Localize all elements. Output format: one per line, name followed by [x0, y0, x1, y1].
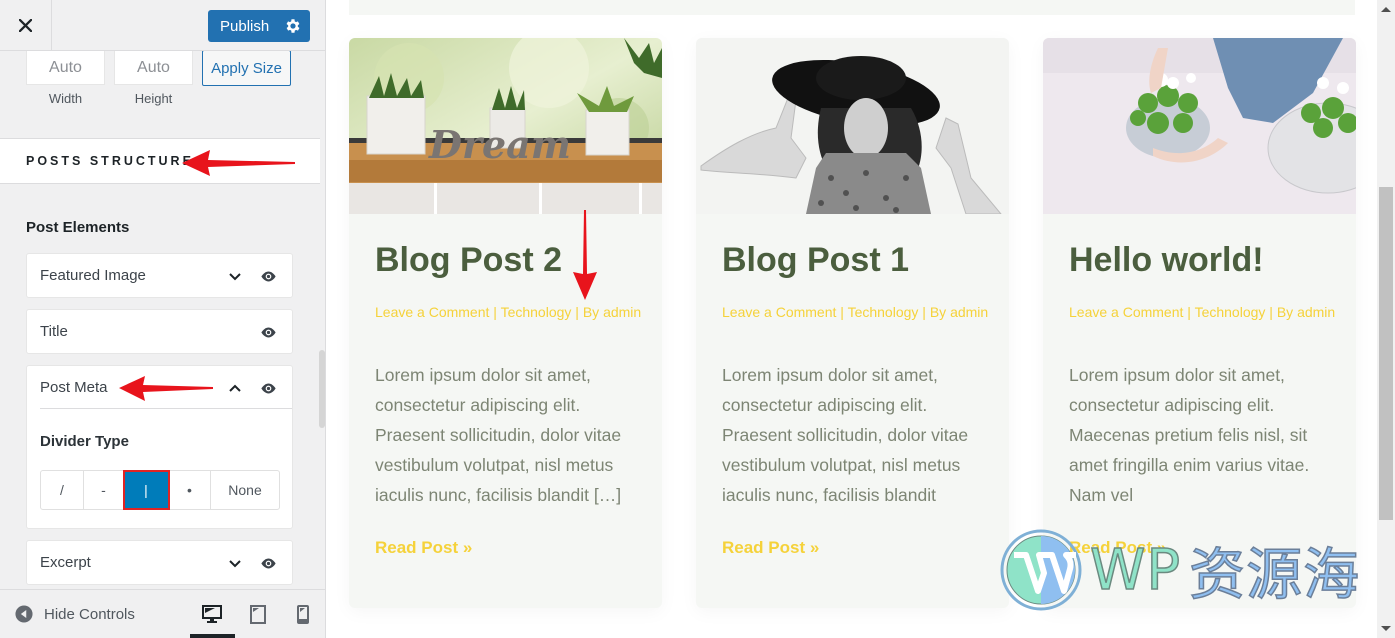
image-woman-hat [696, 38, 1009, 214]
meta-divider: | [489, 304, 501, 320]
chevron-up-icon[interactable] [228, 381, 242, 395]
meta-divider: | [836, 304, 848, 320]
comments-link[interactable]: Leave a Comment [722, 304, 836, 320]
width-label: Width [48, 91, 83, 106]
divider-option-none[interactable]: None [211, 471, 279, 509]
post-card: Hello world! Leave a Comment | Technolog… [1043, 38, 1356, 608]
watermark-cn-text: 资源海 [1188, 542, 1361, 609]
author-link[interactable]: admin [1297, 304, 1335, 320]
preview-mobile-button[interactable] [292, 604, 314, 624]
hide-controls-label: Hide Controls [44, 605, 135, 623]
read-post-link[interactable]: Read Post » [722, 538, 819, 558]
collapse-arrow-icon [15, 605, 33, 623]
divider-option-slash[interactable]: / [41, 471, 84, 509]
scroll-up-arrow-icon[interactable] [1381, 7, 1391, 12]
image-plants-dream: Dream [349, 38, 662, 214]
eye-icon[interactable] [260, 555, 277, 572]
featured-image-hands-plants[interactable] [1043, 38, 1356, 214]
post-elements-heading: Post Elements [26, 219, 130, 236]
featured-image-woman-hat[interactable] [696, 38, 1009, 214]
comments-link[interactable]: Leave a Comment [375, 304, 489, 320]
category-link[interactable]: Technology [501, 304, 572, 320]
divider-type-label: Divider Type [40, 433, 129, 450]
desktop-icon [202, 605, 222, 623]
element-title[interactable]: Title [26, 309, 293, 354]
post-card: Dream Blog Post 2 Leave a Comment | Tech… [349, 38, 662, 608]
divider [40, 408, 292, 409]
post-title[interactable]: Hello world! [1069, 241, 1264, 280]
scroll-down-arrow-icon[interactable] [1381, 626, 1391, 631]
customizer-sidebar: Publish Auto Auto Width Height Apply Siz… [0, 0, 326, 638]
post-excerpt: Lorem ipsum dolor sit amet, consectetur … [1069, 365, 1310, 505]
preview-desktop-button[interactable] [201, 604, 223, 624]
apply-size-button[interactable]: Apply Size [202, 50, 291, 86]
by-label: By [582, 304, 600, 320]
element-post-meta[interactable]: Post Meta Divider Type / - | • None [26, 365, 293, 529]
height-label: Height [134, 91, 173, 106]
width-input[interactable]: Auto [26, 50, 105, 85]
category-link[interactable]: Technology [1195, 304, 1266, 320]
preview-top-strip [349, 0, 1355, 15]
post-meta: Leave a Comment | Technology | By admin [722, 302, 992, 322]
active-device-indicator [190, 634, 235, 638]
sidebar-footer: Hide Controls [0, 589, 325, 638]
posts-structure-section[interactable]: POSTS STRUCTURE [0, 138, 320, 184]
svg-text:Dream: Dream [428, 122, 571, 167]
element-label: Post Meta [40, 379, 108, 396]
element-label: Featured Image [40, 267, 146, 284]
sidebar-scrollbar[interactable] [319, 350, 325, 428]
watermark: WP 资源海 [1000, 529, 1380, 611]
sidebar-header: Publish [0, 0, 325, 51]
read-post-link[interactable]: Read Post » [375, 538, 472, 558]
post-card: Blog Post 1 Leave a Comment | Technology… [696, 38, 1009, 608]
by-label: By [1276, 304, 1294, 320]
by-label: By [929, 304, 947, 320]
post-title[interactable]: Blog Post 2 [375, 241, 562, 280]
meta-divider: | [1265, 304, 1277, 320]
divider-option-dash[interactable]: - [84, 471, 124, 509]
post-meta: Leave a Comment | Technology | By admin [375, 302, 645, 322]
chevron-down-icon[interactable] [228, 269, 242, 283]
post-meta: Leave a Comment | Technology | By admin [1069, 302, 1339, 322]
meta-divider: | [918, 304, 930, 320]
featured-image-plants-dream[interactable]: Dream [349, 38, 662, 214]
divider-option-dot[interactable]: • [169, 471, 211, 509]
close-icon [19, 19, 32, 32]
gear-icon[interactable] [284, 17, 302, 35]
divider-option-pipe[interactable]: | [123, 470, 170, 510]
publish-label: Publish [220, 17, 270, 35]
close-customizer-button[interactable] [0, 0, 52, 51]
scrollbar-thumb[interactable] [1379, 187, 1393, 520]
element-label: Title [40, 323, 68, 340]
eye-icon[interactable] [260, 324, 277, 341]
hide-controls-button[interactable]: Hide Controls [15, 605, 135, 623]
element-excerpt[interactable]: Excerpt [26, 540, 293, 585]
eye-icon[interactable] [260, 268, 277, 285]
image-size-controls: Auto Auto Width Height Apply Size [0, 50, 325, 138]
preview-tablet-button[interactable] [247, 604, 269, 624]
eye-icon[interactable] [260, 380, 277, 397]
author-link[interactable]: admin [950, 304, 988, 320]
post-excerpt: Lorem ipsum dolor sit amet, consectetur … [375, 365, 622, 505]
comments-link[interactable]: Leave a Comment [1069, 304, 1183, 320]
publish-button[interactable]: Publish [208, 10, 310, 42]
meta-divider: | [1183, 304, 1195, 320]
element-label: Excerpt [40, 554, 91, 571]
element-featured-image[interactable]: Featured Image [26, 253, 293, 298]
post-excerpt: Lorem ipsum dolor sit amet, consectetur … [722, 365, 969, 505]
post-title[interactable]: Blog Post 1 [722, 241, 909, 280]
chevron-down-icon[interactable] [228, 556, 242, 570]
category-link[interactable]: Technology [848, 304, 919, 320]
image-hands-plants [1043, 38, 1356, 214]
wordpress-logo-icon [1000, 529, 1082, 611]
tablet-icon [250, 604, 266, 624]
divider-type-selector: / - | • None [40, 470, 280, 510]
meta-divider: | [571, 304, 583, 320]
author-link[interactable]: admin [603, 304, 641, 320]
mobile-icon [297, 604, 309, 624]
watermark-wp-text: WP [1089, 537, 1182, 604]
height-input[interactable]: Auto [114, 50, 193, 85]
